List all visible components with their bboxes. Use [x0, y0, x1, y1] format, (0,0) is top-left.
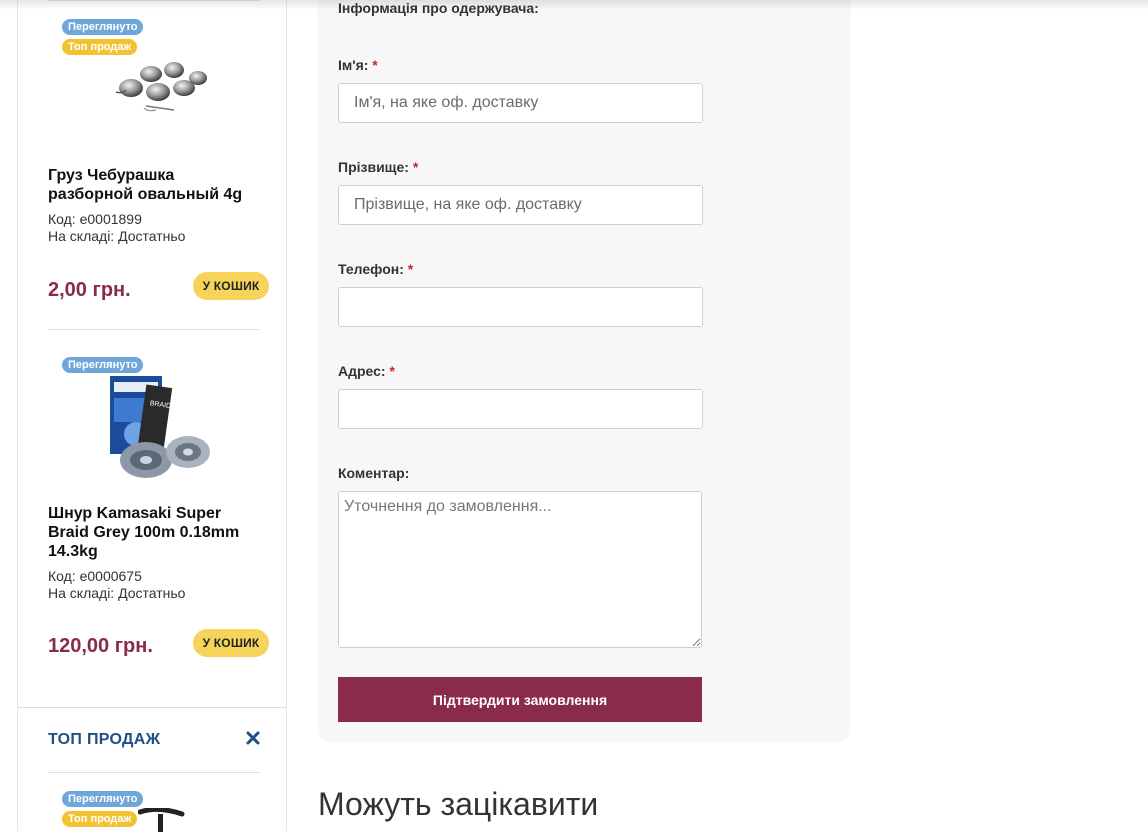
badge-viewed: Переглянуто — [62, 791, 144, 807]
confirm-order-button[interactable]: Підтвердити замовлення — [338, 677, 702, 722]
last-name-input[interactable] — [338, 185, 703, 225]
section-divider — [18, 707, 286, 708]
sidebar-product-card[interactable]: Переглянуто Топ продаж — [18, 0, 286, 330]
first-name-label-text: Ім'я: — [338, 57, 369, 73]
product-name[interactable]: Шнур Kamasaki Super Braid Grey 100m 0.18… — [48, 504, 258, 561]
badge-viewed: Переглянуто — [62, 357, 144, 373]
badge-viewed: Переглянуто — [62, 19, 144, 35]
recommendations-title: Можуть зацікавити — [318, 786, 599, 822]
address-input[interactable] — [338, 389, 703, 429]
first-name-label: Ім'я: * — [338, 57, 378, 73]
product-stock: На складі: Достатньо — [48, 228, 186, 244]
address-label: Адрес: * — [338, 363, 395, 379]
phone-label-text: Телефон: — [338, 261, 404, 277]
product-price: 120,00 грн. — [48, 635, 153, 657]
product-image-line-spool[interactable]: BRAID — [106, 372, 221, 484]
top-shadow — [0, 0, 1148, 10]
product-code: Код: e0001899 — [48, 211, 142, 227]
sidebar-section-title: ТОП ПРОДАЖ — [48, 731, 161, 748]
phone-label: Телефон: * — [338, 261, 413, 277]
comment-label: Коментар: — [338, 465, 410, 481]
add-to-cart-button[interactable]: У КОШИК — [193, 272, 269, 300]
product-price: 2,00 грн. — [48, 279, 131, 301]
first-name-input[interactable] — [338, 83, 703, 123]
required-mark: * — [412, 159, 419, 175]
sidebar-product-card[interactable]: Переглянуто BRAID Шнур Kamasaki Super Br… — [18, 330, 286, 708]
sidebar: Переглянуто Топ продаж Груз Чебурашка ра… — [17, 0, 287, 832]
product-code: Код: e0000675 — [48, 568, 142, 584]
sidebar-product-card[interactable]: Переглянуто Топ продаж — [18, 772, 286, 832]
product-name[interactable]: Груз Чебурашка разборной овальный 4g — [48, 166, 258, 204]
close-icon[interactable] — [246, 729, 260, 750]
badge-top-sales: Топ продаж — [62, 811, 138, 827]
required-mark: * — [372, 57, 378, 73]
product-image-sinker[interactable] — [96, 48, 216, 120]
last-name-label-text: Прізвище: — [338, 159, 409, 175]
last-name-label: Прізвище: * — [338, 159, 418, 175]
product-image-tool[interactable] — [137, 806, 188, 832]
comment-textarea[interactable] — [338, 491, 702, 648]
required-mark: * — [389, 363, 395, 379]
phone-input[interactable] — [338, 287, 703, 327]
address-label-text: Адрес: — [338, 363, 386, 379]
add-to-cart-button[interactable]: У КОШИК — [193, 629, 269, 657]
required-mark: * — [407, 261, 414, 277]
product-stock: На складі: Достатньо — [48, 585, 186, 601]
